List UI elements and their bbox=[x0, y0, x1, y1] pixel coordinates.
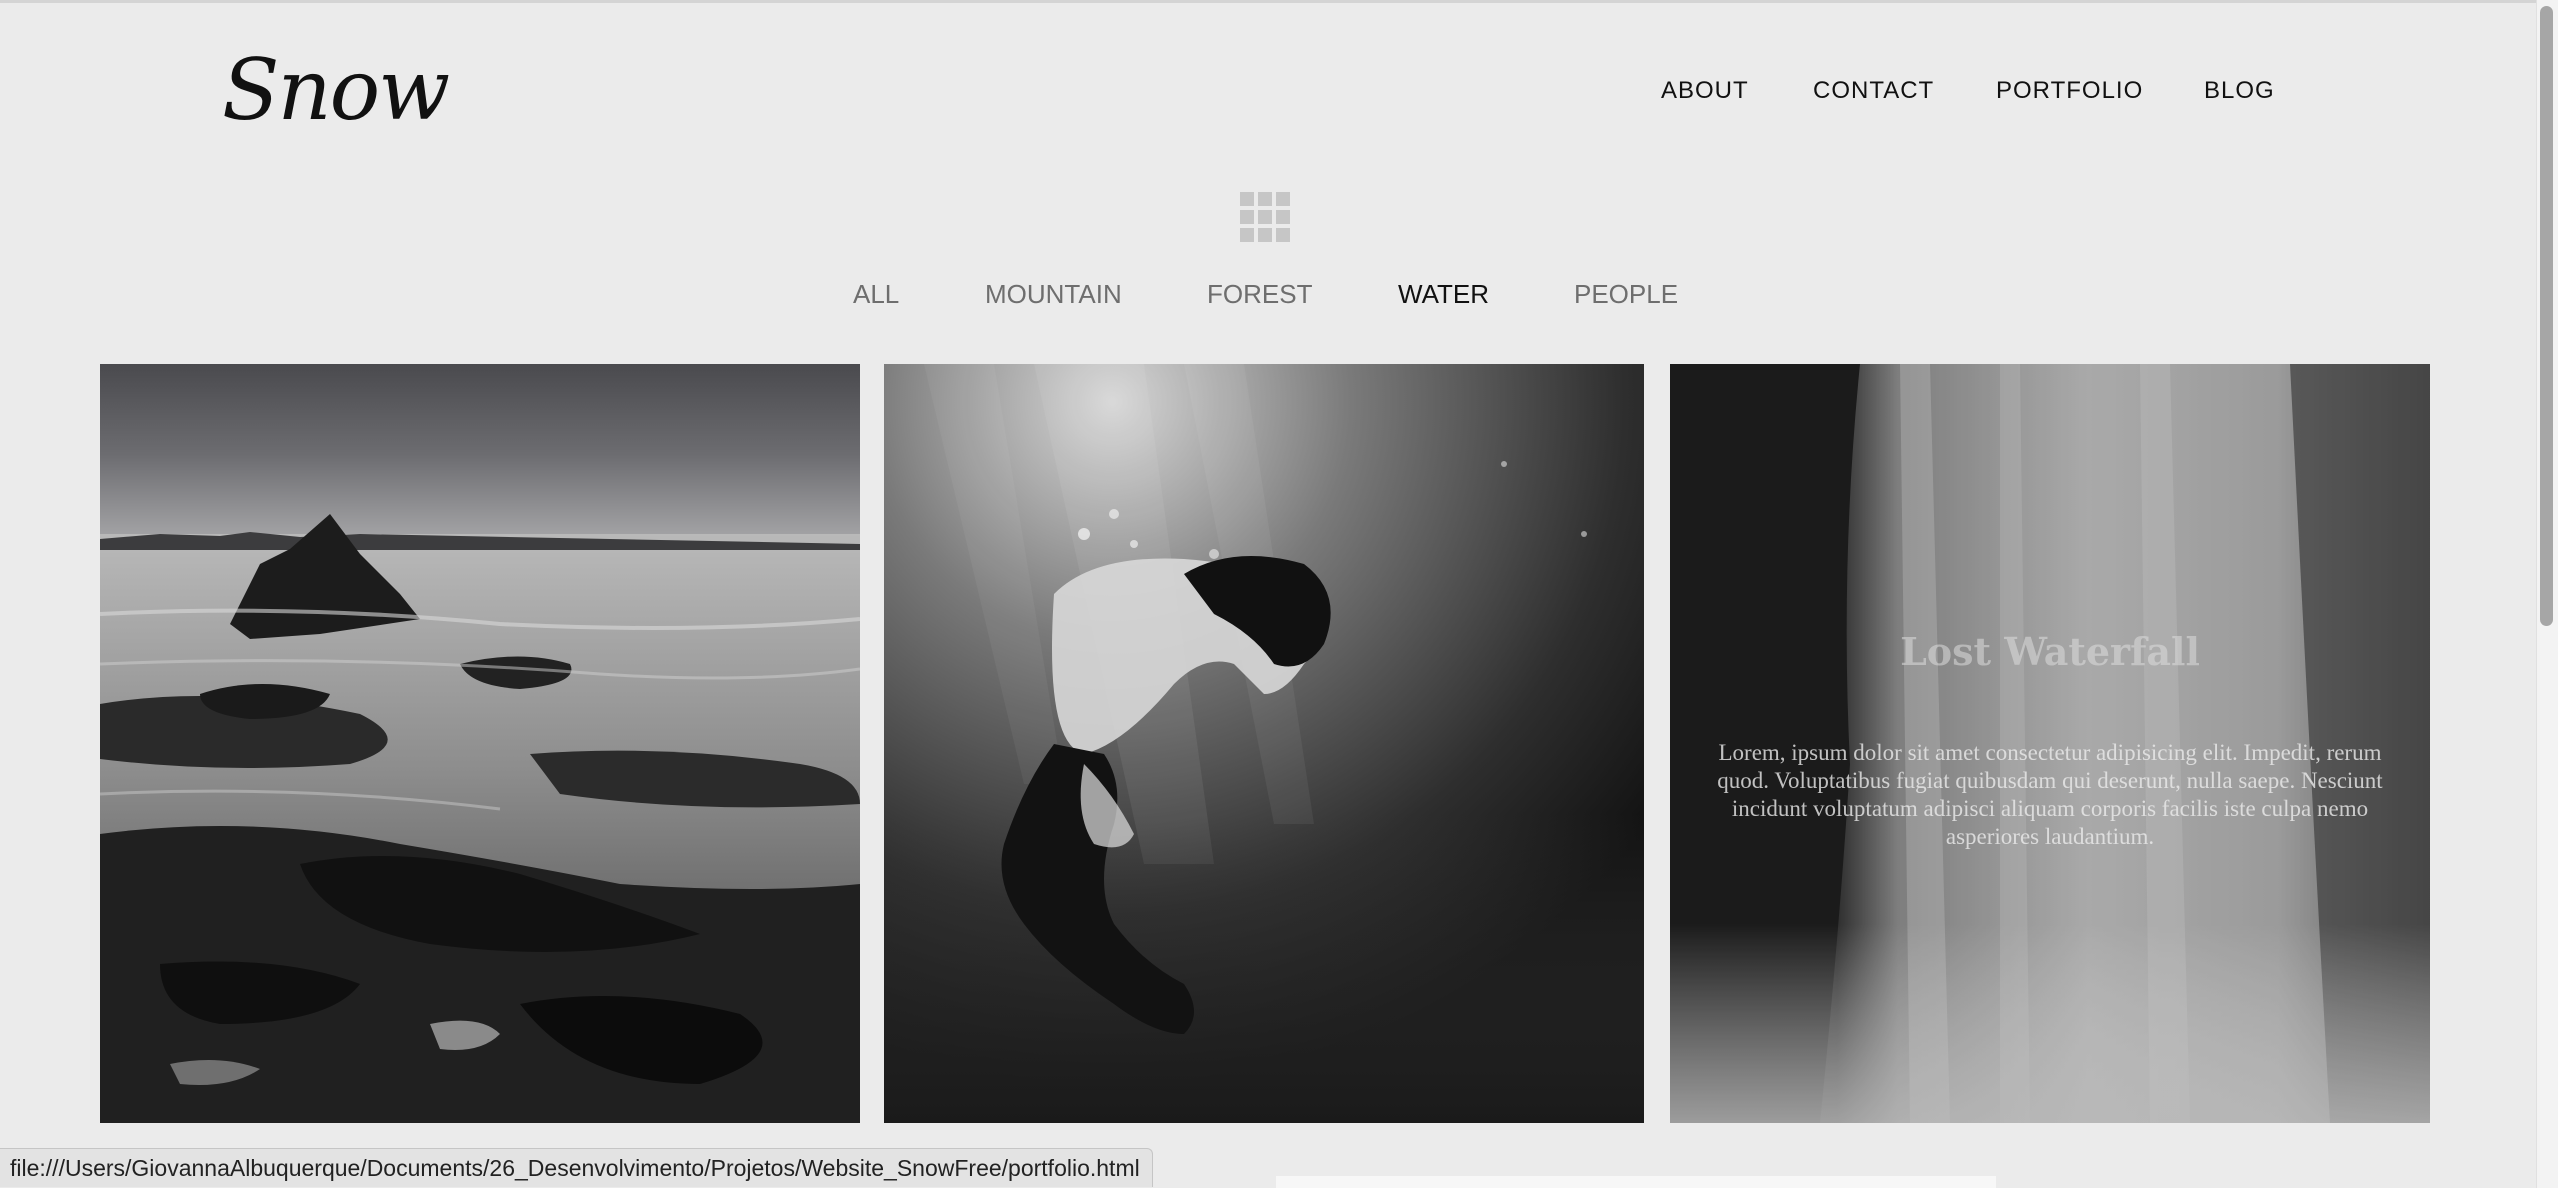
underwater-diver-photo bbox=[884, 364, 1644, 1123]
filter-forest[interactable]: FOREST bbox=[1207, 276, 1312, 312]
scrollbar-thumb[interactable] bbox=[2540, 6, 2553, 626]
grid-icon bbox=[1240, 192, 1290, 242]
filter-mountain[interactable]: MOUNTAIN bbox=[985, 276, 1122, 312]
filter-all[interactable]: ALL bbox=[853, 276, 899, 312]
item-description: Lorem, ipsum dolor sit amet consectetur … bbox=[1717, 740, 2383, 849]
nav-contact[interactable]: CONTACT bbox=[1813, 74, 1934, 108]
nav-portfolio[interactable]: PORTFOLIO bbox=[1996, 74, 2143, 108]
gallery-item-waterfall[interactable]: Lost Waterfall Lorem, ipsum dolor sit am… bbox=[1670, 364, 2430, 1123]
below-fold-content bbox=[1276, 1176, 1996, 1188]
nav-about[interactable]: ABOUT bbox=[1661, 74, 1749, 108]
nav-blog[interactable]: BLOG bbox=[2204, 74, 2275, 108]
item-title: Lost Waterfall bbox=[1900, 629, 2200, 674]
gallery-item-underwater[interactable] bbox=[884, 364, 1644, 1123]
gallery-item-rocky-coast[interactable] bbox=[100, 364, 860, 1123]
top-border bbox=[0, 0, 2536, 3]
filter-water[interactable]: WATER bbox=[1398, 276, 1489, 312]
waterfall-overlay: Lost Waterfall Lorem, ipsum dolor sit am… bbox=[1670, 364, 2430, 1123]
portfolio-page: Snow ABOUT CONTACT PORTFOLIO BLOG ALL MO… bbox=[0, 0, 2536, 1188]
status-bar-url: file:///Users/GiovannaAlbuquerque/Docume… bbox=[0, 1148, 1153, 1187]
filter-people[interactable]: PEOPLE bbox=[1574, 276, 1678, 312]
rocky-coast-photo bbox=[100, 364, 860, 1123]
logo[interactable]: Snow bbox=[222, 40, 450, 140]
